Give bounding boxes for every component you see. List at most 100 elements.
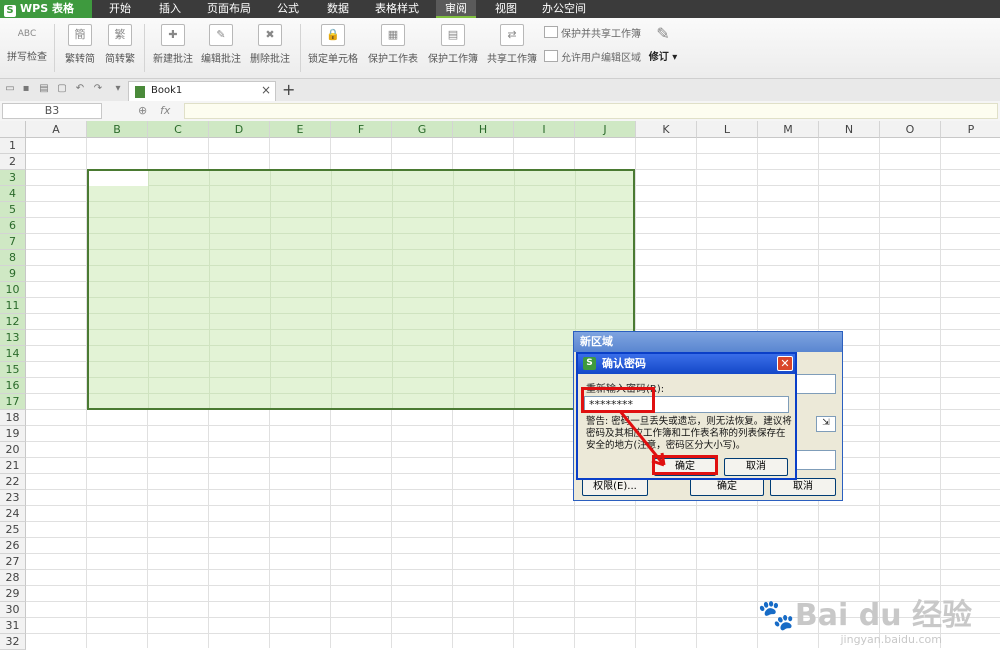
row-header[interactable]: 6: [0, 218, 26, 234]
tab-insert[interactable]: 插入: [150, 0, 190, 18]
column-header[interactable]: C: [148, 121, 209, 138]
zoom-icon[interactable]: ⊕: [138, 104, 147, 117]
close-tab-icon[interactable]: ×: [261, 83, 271, 97]
column-header[interactable]: E: [270, 121, 331, 138]
print-icon[interactable]: ▤: [38, 83, 50, 95]
print-preview-icon[interactable]: ▢: [56, 83, 68, 95]
tab-office-space[interactable]: 办公空间: [536, 0, 592, 18]
column-header[interactable]: M: [758, 121, 819, 138]
row-header[interactable]: 28: [0, 570, 26, 586]
row-header[interactable]: 21: [0, 458, 26, 474]
name-box[interactable]: B3: [2, 103, 102, 119]
row-header[interactable]: 23: [0, 490, 26, 506]
allow-edit-range-button[interactable]: 允许用户编辑区域: [544, 50, 641, 66]
row-header[interactable]: 24: [0, 506, 26, 522]
column-header[interactable]: G: [392, 121, 453, 138]
open-icon[interactable]: ▭: [4, 83, 16, 95]
lock-cell-label: 锁定单元格: [308, 54, 358, 65]
row-header[interactable]: 30: [0, 602, 26, 618]
protect-book-button[interactable]: ▤ 保护工作簿: [424, 22, 482, 74]
active-cell[interactable]: [89, 171, 148, 186]
tab-data[interactable]: 数据: [318, 0, 358, 18]
row-header[interactable]: 29: [0, 586, 26, 602]
column-header[interactable]: P: [941, 121, 1000, 138]
close-button[interactable]: ✕: [777, 356, 793, 371]
row-header[interactable]: 1: [0, 138, 26, 154]
row-header[interactable]: 25: [0, 522, 26, 538]
customize-dropdown-icon[interactable]: ▾: [112, 83, 124, 95]
protect-share-button[interactable]: 保护并共享工作簿: [544, 26, 641, 42]
range-password-field[interactable]: [796, 450, 836, 470]
tab-page-layout[interactable]: 页面布局: [200, 0, 258, 18]
revision-button[interactable]: ✎ 修订 ▾: [646, 22, 680, 74]
simp-to-trad-button[interactable]: 繁 简转繁: [100, 22, 140, 74]
collapse-range-icon[interactable]: ⇲: [816, 416, 836, 432]
row-header[interactable]: 31: [0, 618, 26, 634]
column-header[interactable]: D: [209, 121, 270, 138]
row-header[interactable]: 13: [0, 330, 26, 346]
column-header[interactable]: B: [87, 121, 148, 138]
row-header[interactable]: 15: [0, 362, 26, 378]
row-header[interactable]: 9: [0, 266, 26, 282]
row-header[interactable]: 16: [0, 378, 26, 394]
delete-comment-button[interactable]: ✖ 删除批注: [246, 22, 294, 74]
selected-range[interactable]: [87, 169, 635, 410]
row-header[interactable]: 2: [0, 154, 26, 170]
row-header[interactable]: 27: [0, 554, 26, 570]
protect-sheet-label: 保护工作表: [368, 54, 418, 65]
column-header[interactable]: N: [819, 121, 880, 138]
spell-check-button[interactable]: ABC 拼写检查: [4, 22, 50, 74]
row-header[interactable]: 11: [0, 298, 26, 314]
app-menu-button[interactable]: S WPS 表格: [0, 0, 92, 18]
row-header[interactable]: 7: [0, 234, 26, 250]
trad-to-simp-button[interactable]: 簡 繁转简: [60, 22, 100, 74]
undo-icon[interactable]: ↶: [74, 83, 86, 95]
column-header[interactable]: H: [453, 121, 514, 138]
region-ok-button[interactable]: 确定: [690, 478, 764, 496]
row-header[interactable]: 22: [0, 474, 26, 490]
column-header[interactable]: F: [331, 121, 392, 138]
row-header[interactable]: 17: [0, 394, 26, 410]
region-cancel-button[interactable]: 取消: [770, 478, 836, 496]
row-header[interactable]: 4: [0, 186, 26, 202]
column-header[interactable]: A: [26, 121, 87, 138]
tab-formulas[interactable]: 公式: [268, 0, 308, 18]
protect-sheet-button[interactable]: ▦ 保护工作表: [364, 22, 422, 74]
row-header[interactable]: 18: [0, 410, 26, 426]
range-title-field[interactable]: [796, 374, 836, 394]
column-header[interactable]: I: [514, 121, 575, 138]
new-comment-button[interactable]: ✚ 新建批注: [150, 22, 196, 74]
save-icon[interactable]: ▪: [20, 83, 32, 95]
tab-home[interactable]: 开始: [100, 0, 140, 18]
column-header[interactable]: L: [697, 121, 758, 138]
tab-book1[interactable]: Book1 ×: [128, 81, 276, 101]
confirm-cancel-button[interactable]: 取消: [724, 458, 788, 476]
function-icon[interactable]: fx: [160, 104, 170, 117]
lock-cell-button[interactable]: 🔒 锁定单元格: [304, 22, 362, 74]
tab-view[interactable]: 视图: [486, 0, 526, 18]
protect-share-label: 保护并共享工作簿: [561, 29, 641, 40]
row-header[interactable]: 14: [0, 346, 26, 362]
formula-input[interactable]: [184, 103, 998, 119]
row-header[interactable]: 12: [0, 314, 26, 330]
edit-comment-button[interactable]: ✎ 编辑批注: [198, 22, 244, 74]
row-header[interactable]: 3: [0, 170, 26, 186]
column-header[interactable]: J: [575, 121, 636, 138]
share-book-button[interactable]: ⇄ 共享工作簿: [484, 22, 540, 74]
tab-review[interactable]: 审阅: [436, 0, 476, 18]
column-header[interactable]: O: [880, 121, 941, 138]
row-header[interactable]: 10: [0, 282, 26, 298]
row-header[interactable]: 8: [0, 250, 26, 266]
tab-table-style[interactable]: 表格样式: [368, 0, 426, 18]
row-header[interactable]: 20: [0, 442, 26, 458]
share-book-icon: ⇄: [500, 24, 524, 46]
divider: [54, 24, 55, 72]
row-header[interactable]: 26: [0, 538, 26, 554]
redo-icon[interactable]: ↷: [92, 83, 104, 95]
row-header[interactable]: 19: [0, 426, 26, 442]
new-tab-button[interactable]: +: [282, 80, 295, 99]
row-header[interactable]: 5: [0, 202, 26, 218]
column-header[interactable]: K: [636, 121, 697, 138]
select-all-corner[interactable]: [0, 121, 26, 138]
permissions-button[interactable]: 权限(E)...: [582, 478, 648, 496]
